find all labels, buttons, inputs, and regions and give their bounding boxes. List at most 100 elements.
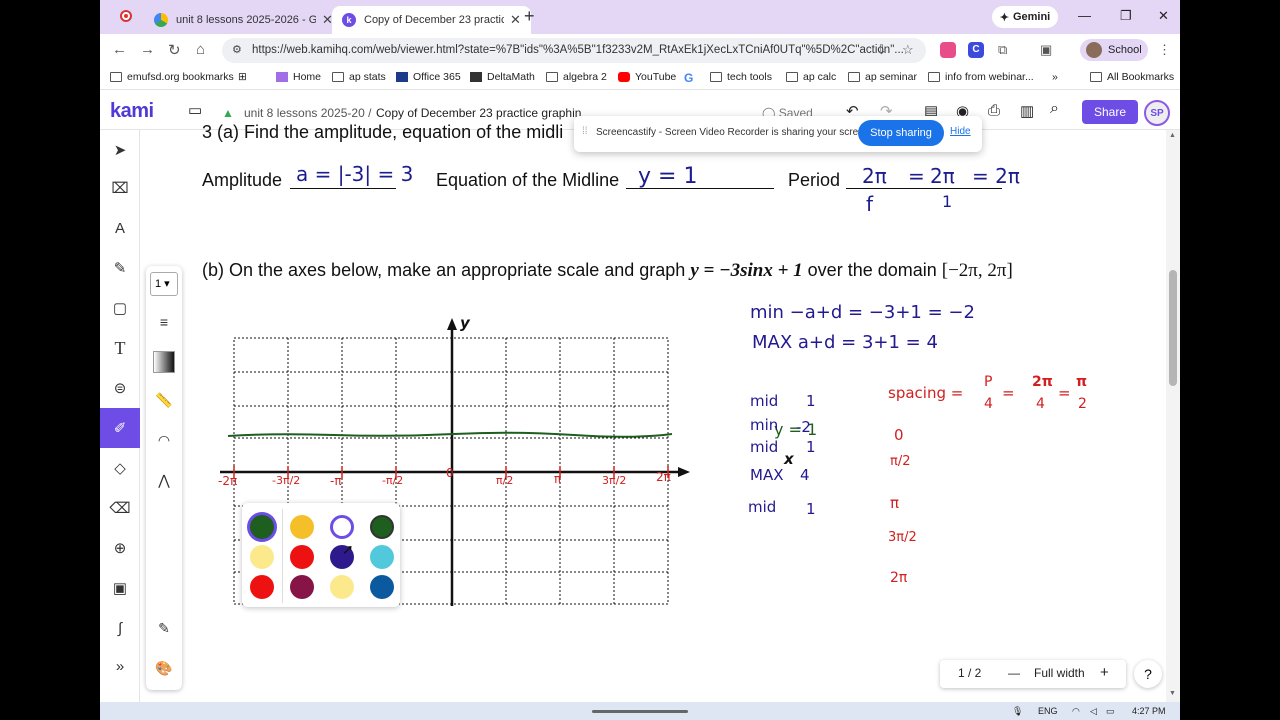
install-app-icon[interactable]: ⇩ [876,42,887,58]
google-icon[interactable]: G [684,71,693,85]
minimize-icon[interactable]: — [1078,8,1091,23]
ruler-icon[interactable]: 📏 [150,386,178,414]
back-icon[interactable]: ← [112,41,127,58]
add-media-icon[interactable]: ⊕ [100,530,140,566]
draw-tool-icon[interactable]: ✐ [100,408,140,448]
home-icon[interactable]: ⌂ [196,41,205,58]
color-swatch-dark-green-selected[interactable] [250,515,274,539]
comment-icon[interactable]: ▢ [100,290,140,326]
extensions-puzzle-icon[interactable]: ⧉ [998,42,1007,58]
extension-flower-icon[interactable] [940,42,956,58]
y-axis-arrow [447,318,457,330]
bookmark-ap-calc[interactable]: ap calc [786,71,836,83]
forward-icon[interactable]: → [140,41,155,58]
new-tab-icon[interactable]: + [524,6,535,27]
expand-toolbar-icon[interactable]: » [100,648,140,684]
color-swatch-blue[interactable] [370,575,394,599]
color-swatch-maroon[interactable] [290,575,314,599]
address-bar[interactable]: ⚙ https://web.kamihq.com/web/viewer.html… [222,38,926,63]
stop-sharing-button[interactable]: Stop sharing [858,120,944,146]
window-close-icon[interactable]: ✕ [1158,8,1169,24]
color-swatch-red-2[interactable] [250,575,274,599]
close-tab-icon[interactable]: ✕ [510,12,521,28]
wifi-icon[interactable]: ◠ [1072,706,1080,717]
help-icon[interactable]: ? [1134,660,1162,688]
bookmark-youtube[interactable]: YouTube [618,71,676,83]
browser-menu-icon[interactable]: ⋮ [1158,42,1171,58]
clock[interactable]: 4:27 PM [1132,706,1166,716]
bookmark-deltamath[interactable]: DeltaMath [470,71,535,83]
color-swatch-light-yellow-2[interactable] [330,575,354,599]
apps-grid-icon[interactable]: ⊞ [238,71,247,83]
gemini-button[interactable]: ✦ Gemini [992,6,1058,28]
color-swatch-gold[interactable] [290,515,314,539]
tab-unit8-lessons[interactable]: unit 8 lessons 2025-2026 - Goo ✕ [144,6,343,34]
all-bookmarks[interactable]: All Bookmarks [1090,71,1174,83]
compass-icon[interactable]: ⋀ [150,466,178,494]
eraser-icon[interactable]: ⌫ [100,490,140,526]
bookmark-office365[interactable]: Office 365 [396,71,461,83]
pen-icon[interactable]: ✎ [150,614,178,642]
bookmark-algebra2[interactable]: algebra 2 [546,71,607,83]
search-icon[interactable]: ⌕ [1050,100,1059,118]
bookmark-emufsd[interactable]: emufsd.org bookmarks [110,71,234,83]
print-icon[interactable]: ⎙ [988,102,1000,119]
color-swatch-cyan[interactable] [370,545,394,569]
site-info-icon[interactable]: ⚙ [232,38,242,63]
text-select-icon[interactable]: ⌧ [100,170,140,206]
signature-icon[interactable]: ∫ [100,610,140,646]
scrollbar-thumb[interactable] [1169,270,1177,386]
share-button[interactable]: Share [1082,100,1138,124]
volume-icon[interactable]: ◁ [1090,706,1097,717]
stroke-size-select[interactable]: 1 ▾ [150,272,178,296]
color-swatch-red[interactable] [290,545,314,569]
restore-icon[interactable]: ❐ [1120,8,1132,24]
page-indicator[interactable]: 1 / 2 [958,666,981,680]
recording-icon[interactable] [120,10,132,22]
zoom-mode[interactable]: Full width [1034,666,1085,680]
breadcrumb-folder[interactable]: unit 8 lessons 2025-20 / [244,106,371,120]
archive-icon[interactable]: ▭ [188,101,202,119]
taskbar: 🎙 ENG ◠ ◁ ▭ 4:27 PM [100,702,1180,720]
bookmark-info-webinar[interactable]: info from webinar... [928,71,1034,83]
color-swatch-light-yellow[interactable] [250,545,274,569]
bookmark-ap-stats[interactable]: ap stats [332,71,386,83]
zoom-in-icon[interactable]: + [1100,664,1109,681]
reload-icon[interactable]: ↻ [168,41,181,59]
extension-c-icon[interactable]: C [968,42,984,58]
color-swatch-dark-green[interactable] [370,515,394,539]
color-swatch-white[interactable] [330,515,354,539]
tab-copy-december[interactable]: k Copy of December 23 practice g ✕ [332,6,531,34]
bookmark-tech-tools[interactable]: tech tools [710,71,772,83]
protractor-icon[interactable]: ◠ [150,426,178,454]
zoom-out-icon[interactable]: — [1008,666,1020,680]
battery-icon[interactable]: ▭ [1106,706,1115,717]
text-tool-icon[interactable]: T [100,330,140,366]
briefcase-icon[interactable]: ▥ [1020,102,1034,120]
opacity-icon[interactable] [150,348,178,376]
equation-icon[interactable]: ⊜ [100,370,140,406]
bookmark-home[interactable]: Home [276,71,321,83]
bookmark-ap-seminar[interactable]: ap seminar [848,71,917,83]
user-avatar[interactable]: SP [1144,100,1170,126]
kami-logo[interactable]: kami [110,100,154,123]
more-bookmarks-icon[interactable]: » [1052,71,1058,83]
document-title[interactable]: Copy of December 23 practice graphin [376,106,581,120]
palette-icon[interactable]: 🎨 [150,654,178,682]
image-icon[interactable]: ▣ [100,570,140,606]
bookmark-star-icon[interactable]: ☆ [902,42,914,58]
mic-icon[interactable]: 🎙 [1012,706,1023,717]
shapes-icon[interactable]: ◇ [100,450,140,486]
select-icon[interactable]: ➤ [100,132,140,168]
profile-button[interactable]: School [1080,39,1148,61]
highlighter-icon[interactable]: ✎ [100,250,140,286]
read-aloud-icon[interactable]: A [100,210,140,246]
hide-link[interactable]: Hide [950,126,971,137]
line-style-icon[interactable]: ≡ [150,308,178,336]
page-scrollbar[interactable]: ▲ ▼ [1166,130,1180,702]
document-page[interactable]: 3 (a) Find the amplitude, equation of th… [144,122,1140,702]
tab-search-icon[interactable]: ▣ [1040,42,1052,58]
drag-handle-icon[interactable]: ⁞⁞ [582,126,588,137]
language-indicator[interactable]: ENG [1038,706,1058,716]
home-bookmark-icon [276,72,288,82]
